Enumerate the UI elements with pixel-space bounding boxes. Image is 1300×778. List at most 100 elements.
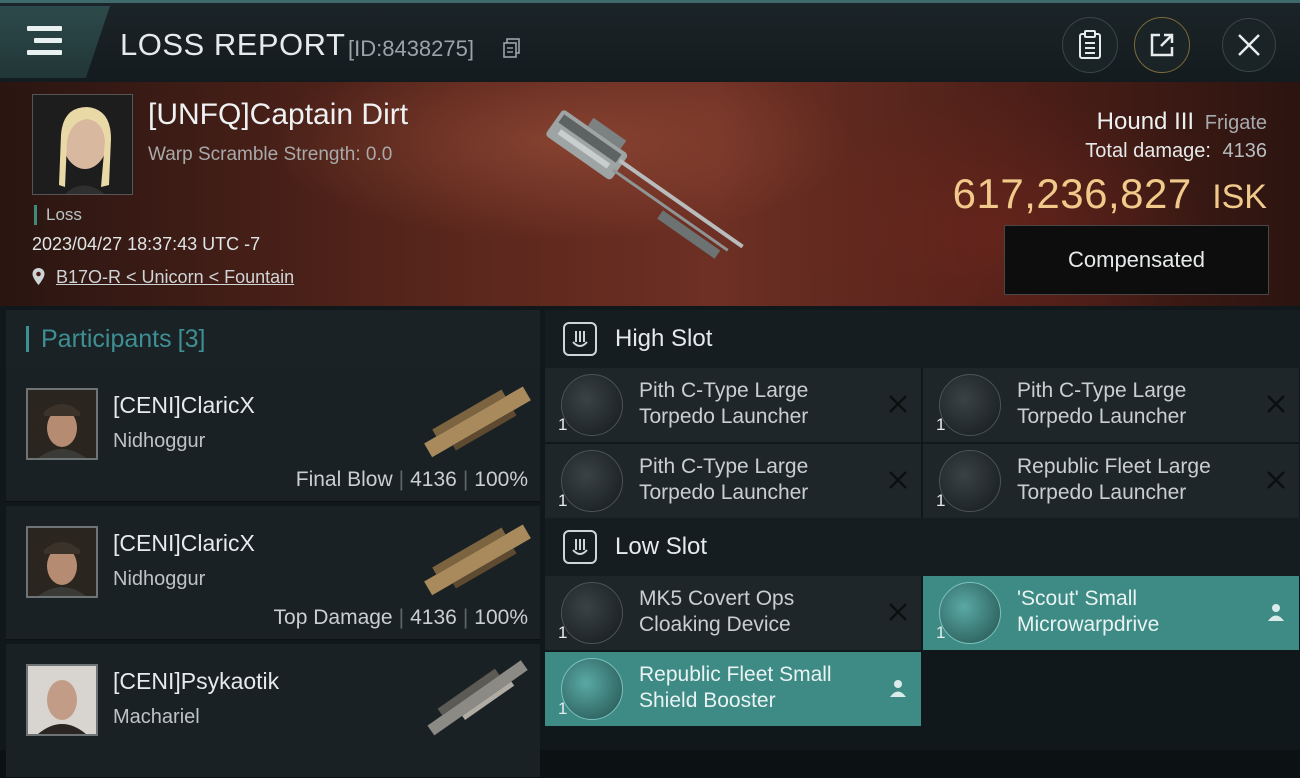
participant-ship-image xyxy=(427,660,528,736)
module-quantity: 1 xyxy=(936,491,946,510)
dropped-icon xyxy=(890,680,906,697)
module-name: Pith C-Type Large Torpedo Launcher xyxy=(639,455,809,504)
shield-booster-icon xyxy=(561,658,623,720)
participant-avatar[interactable] xyxy=(26,526,98,598)
participant-ship: Machariel xyxy=(113,706,200,728)
isk-value: 617,236,827 ISK xyxy=(953,170,1267,218)
separator: | xyxy=(398,468,405,491)
participant-row[interactable]: [CENI]ClaricX Nidhoggur Final Blow | 4136 |… xyxy=(6,368,540,502)
share-button[interactable] xyxy=(1134,17,1190,73)
cloaking-device-icon xyxy=(561,582,623,644)
loss-tag: Loss xyxy=(34,205,82,225)
torpedo-launcher-icon xyxy=(561,374,623,436)
total-damage-value: 4136 xyxy=(1222,140,1268,162)
participant-damage: 4136 xyxy=(410,606,457,629)
clipboard-button[interactable] xyxy=(1062,17,1118,73)
close-icon xyxy=(1238,34,1260,56)
dropped-icon xyxy=(1268,604,1284,621)
participant-avatar[interactable] xyxy=(26,664,98,736)
menu-icon-line xyxy=(34,38,62,43)
avatar-image xyxy=(28,528,96,596)
participant-percent: 100% xyxy=(474,468,528,491)
fitted-module[interactable]: 1 Pith C-Type Large Torpedo Launcher xyxy=(545,444,921,518)
destroyed-icon xyxy=(1267,395,1285,413)
module-quantity: 1 xyxy=(558,623,568,642)
fitted-module[interactable]: 1 'Scout' Small Microwarpdrive xyxy=(923,576,1299,650)
close-button[interactable] xyxy=(1222,18,1276,72)
separator: | xyxy=(462,468,469,491)
avatar-image xyxy=(28,666,96,734)
victim-name[interactable]: [UNFQ]Captain Dirt xyxy=(148,98,408,132)
participants-count: [3] xyxy=(177,324,206,353)
high-slot-header: High Slot xyxy=(545,310,1300,368)
module-name: Republic Fleet Small Shield Booster xyxy=(639,663,832,712)
participant-ship-image xyxy=(424,524,531,596)
destroyed-icon xyxy=(889,471,907,489)
menu-icon-line xyxy=(27,50,62,55)
menu-button[interactable] xyxy=(0,6,110,78)
victim-ship-image xyxy=(546,110,744,259)
module-quantity: 1 xyxy=(558,699,568,718)
participant-row[interactable]: [CENI]Psykaotik Machariel xyxy=(6,644,540,778)
high-slot-label: High Slot xyxy=(615,325,713,352)
isk-amount: 617,236,827 xyxy=(952,170,1192,217)
participant-avatar[interactable] xyxy=(26,388,98,460)
participant-stats: Final Blow | 4136 | 100% xyxy=(296,468,528,492)
module-name: MK5 Covert Ops Cloaking Device xyxy=(639,587,795,636)
fitted-module[interactable]: 1 Pith C-Type Large Torpedo Launcher xyxy=(545,368,921,442)
loss-timestamp: 2023/04/27 18:37:43 UTC -7 xyxy=(32,234,261,254)
victim-portrait[interactable] xyxy=(32,94,133,195)
destroyed-icon xyxy=(889,603,907,621)
participants-header: Participants [3] xyxy=(6,310,540,368)
portrait-image xyxy=(33,95,132,194)
participant-name[interactable]: [CENI]ClaricX xyxy=(113,392,255,419)
module-quantity: 1 xyxy=(558,415,568,434)
avatar-image xyxy=(28,390,96,458)
ship-name[interactable]: Hound III xyxy=(1097,108,1194,135)
participant-row[interactable]: [CENI]ClaricX Nidhoggur Top Damage | 4136 |… xyxy=(6,506,540,640)
fitted-module[interactable]: 1 Republic Fleet Large Torpedo Launcher xyxy=(923,444,1299,518)
participant-ship: Nidhoggur xyxy=(113,568,206,590)
fitted-module[interactable]: 1 Pith C-Type Large Torpedo Launcher xyxy=(923,368,1299,442)
high-slot-icon xyxy=(563,322,597,356)
page-title: LOSS REPORT xyxy=(120,27,346,62)
separator: | xyxy=(398,606,405,629)
victim-header: [UNFQ]Captain Dirt Warp Scramble Strengt… xyxy=(0,82,1300,306)
module-name: Pith C-Type Large Torpedo Launcher xyxy=(1017,379,1187,428)
torpedo-launcher-icon xyxy=(939,374,1001,436)
report-id: [ID:8438275] xyxy=(348,36,474,61)
microwarpdrive-icon xyxy=(939,582,1001,644)
destroyed-icon xyxy=(1267,471,1285,489)
module-name: Republic Fleet Large Torpedo Launcher xyxy=(1017,455,1211,504)
total-damage-label: Total damage: xyxy=(1085,140,1211,162)
torpedo-launcher-icon xyxy=(939,450,1001,512)
warp-scramble-strength: Warp Scramble Strength: 0.0 xyxy=(148,144,393,165)
copy-icon[interactable] xyxy=(503,38,521,58)
torpedo-launcher-icon xyxy=(561,450,623,512)
clipboard-icon xyxy=(1079,30,1101,59)
participant-ship: Nidhoggur xyxy=(113,430,206,452)
fitted-module[interactable]: 1 Republic Fleet Small Shield Booster xyxy=(545,652,921,726)
participant-ship-image xyxy=(424,386,531,458)
fitting-panel: High Slot 1 Pith C-Type Large Torpedo La… xyxy=(541,306,1300,750)
ship-class: Frigate xyxy=(1204,112,1267,134)
module-quantity: 1 xyxy=(936,623,946,642)
top-bar: LOSS REPORT [ID:8438275] xyxy=(0,0,1300,82)
low-slot-label: Low Slot xyxy=(615,533,708,560)
participant-name[interactable]: [CENI]Psykaotik xyxy=(113,668,279,695)
destroyed-icon xyxy=(889,395,907,413)
fitted-module[interactable]: 1 MK5 Covert Ops Cloaking Device xyxy=(545,576,921,650)
participant-role: Final Blow xyxy=(295,468,393,491)
menu-icon xyxy=(27,26,62,31)
module-quantity: 1 xyxy=(558,491,568,510)
participant-role: Top Damage xyxy=(273,606,393,629)
loss-location[interactable]: B17O-R < Unicorn < Fountain xyxy=(32,267,294,288)
isk-unit: ISK xyxy=(1212,178,1267,216)
compensated-button[interactable]: Compensated xyxy=(1004,225,1269,295)
location-link[interactable]: B17O-R < Unicorn < Fountain xyxy=(56,267,294,287)
separator: | xyxy=(462,606,469,629)
low-slot-icon xyxy=(563,530,597,564)
ship-info: Hound III Frigate xyxy=(1097,108,1267,136)
module-quantity: 1 xyxy=(936,415,946,434)
participant-name[interactable]: [CENI]ClaricX xyxy=(113,530,255,557)
